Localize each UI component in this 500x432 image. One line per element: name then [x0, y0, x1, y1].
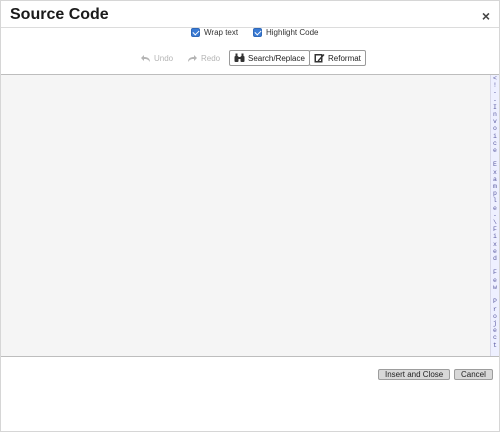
- gutter-char: o: [493, 125, 497, 133]
- gutter-char: j: [493, 319, 497, 327]
- gutter-char: I: [493, 103, 497, 111]
- gutter-char: v: [493, 118, 497, 126]
- gutter-char: p: [493, 190, 497, 198]
- gutter-char: [491, 154, 499, 161]
- gutter-char: n: [493, 111, 497, 119]
- gutter-char: !: [493, 82, 497, 90]
- cancel-button[interactable]: Cancel: [454, 369, 493, 380]
- highlight-code-label: Highlight Code: [266, 28, 319, 37]
- gutter-char: o: [493, 312, 497, 320]
- gutter-char: l: [493, 197, 497, 205]
- gutter-char: x: [493, 168, 497, 176]
- gutter-char: -: [493, 89, 497, 97]
- gutter-char: [491, 291, 499, 298]
- dialog-footer: Insert and Close Cancel: [1, 357, 499, 432]
- gutter-char: c: [493, 334, 497, 342]
- gutter-char: F: [493, 226, 497, 234]
- gutter-char: i: [493, 233, 497, 241]
- gutter-char: e: [493, 204, 497, 212]
- dialog-titlebar: Source Code ×: [1, 1, 499, 28]
- undo-button[interactable]: Undo: [136, 50, 177, 66]
- gutter-char: [491, 262, 499, 269]
- reformat-label: Reformat: [328, 53, 361, 63]
- gutter-char: a: [493, 175, 497, 183]
- gutter-char: P: [493, 298, 497, 306]
- gutter-char: r: [493, 305, 497, 313]
- gutter-char: i: [493, 132, 497, 140]
- redo-label: Redo: [201, 53, 221, 63]
- gutter-char: F: [493, 269, 497, 277]
- editor-toolbar: Undo Redo Search/Replace Reformat: [1, 50, 499, 68]
- search-replace-label: Search/Replace: [248, 53, 305, 63]
- gutter-char: x: [493, 240, 497, 248]
- redo-button[interactable]: Redo: [183, 50, 224, 66]
- gutter-char: m: [493, 183, 497, 191]
- gutter-char: e: [493, 247, 497, 255]
- wrap-text-checkbox[interactable]: [191, 28, 200, 37]
- dialog-title: Source Code: [10, 6, 109, 23]
- gutter-char: -: [493, 96, 497, 104]
- editor-options: Wrap text Highlight Code: [1, 28, 499, 40]
- edit-icon: [314, 54, 325, 63]
- gutter-char: \: [493, 219, 497, 227]
- editor-gutter: <! - - In v o i c e Ex a m p l e - \ Fi x e d Few Project: [490, 75, 499, 356]
- gutter-char: e: [493, 327, 497, 335]
- close-icon[interactable]: ×: [482, 8, 490, 24]
- gutter-char: E: [493, 161, 497, 169]
- undo-label: Undo: [154, 53, 174, 63]
- gutter-char: t: [493, 341, 497, 349]
- undo-icon: [141, 54, 150, 62]
- gutter-char: w: [493, 283, 497, 291]
- gutter-char: <: [493, 75, 497, 82]
- highlight-code-checkbox[interactable]: [253, 28, 262, 37]
- source-code-dialog: Source Code × Wrap text Highlight Code U…: [0, 0, 500, 432]
- gutter-char: -: [493, 211, 497, 219]
- highlight-code-option[interactable]: Highlight Code: [253, 28, 318, 37]
- gutter-char: c: [493, 139, 497, 147]
- code-editor[interactable]: <! - - In v o i c e Ex a m p l e - \ Fi x e d Few Project: [1, 74, 499, 357]
- insert-and-close-button[interactable]: Insert and Close: [378, 369, 451, 380]
- search-replace-button[interactable]: Search/Replace: [229, 50, 310, 66]
- wrap-text-label: Wrap text: [204, 28, 239, 37]
- gutter-char: e: [493, 276, 497, 284]
- redo-icon: [188, 54, 197, 62]
- wrap-text-option[interactable]: Wrap text: [191, 28, 238, 37]
- binoculars-icon: [234, 53, 245, 62]
- gutter-char: d: [493, 255, 497, 263]
- reformat-button[interactable]: Reformat: [309, 50, 366, 66]
- gutter-char: e: [493, 147, 497, 155]
